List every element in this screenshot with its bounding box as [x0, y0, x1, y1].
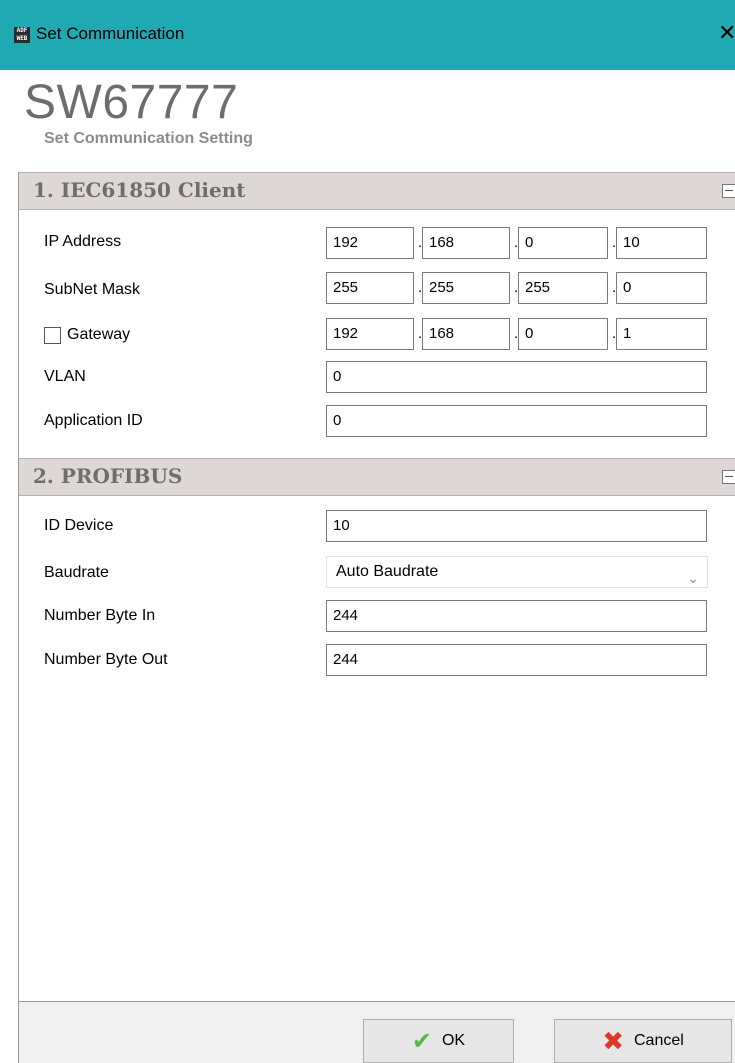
ok-button[interactable]: ✔ OK: [363, 1019, 514, 1063]
ip-address-label: IP Address: [44, 233, 122, 250]
number-byte-in-label: Number Byte In: [44, 607, 156, 624]
vlan-label: VLAN: [44, 368, 86, 385]
ip-octet-4[interactable]: 10: [616, 227, 707, 259]
subnet-mask-label: SubNet Mask: [44, 281, 141, 298]
title-bar: ADF WEB Set Communication ✕: [0, 0, 735, 70]
baudrate-select[interactable]: Auto Baudrate ⌄: [326, 556, 708, 588]
gateway-checkbox[interactable]: [44, 327, 61, 344]
cross-icon: ✖: [602, 1025, 624, 1056]
section-title-profibus: 2. PROFIBUS: [33, 464, 183, 488]
left-border: [18, 70, 19, 1063]
cancel-button[interactable]: ✖ Cancel: [554, 1019, 732, 1063]
collapse-icon[interactable]: [722, 470, 735, 484]
cancel-label: Cancel: [633, 1032, 684, 1049]
app-icon: ADF WEB: [14, 27, 30, 43]
gateway-octet-4[interactable]: 1: [616, 318, 707, 350]
chevron-down-icon: ⌄: [687, 570, 699, 586]
vlan-input[interactable]: 0: [326, 361, 707, 393]
gateway-octet-3[interactable]: 0: [518, 318, 608, 350]
subnet-octet-3[interactable]: 255: [518, 272, 608, 304]
baudrate-label: Baudrate: [44, 564, 109, 581]
application-id-label: Application ID: [44, 412, 143, 429]
subnet-octet-4[interactable]: 0: [616, 272, 707, 304]
gateway-label: Gateway: [67, 326, 131, 343]
application-id-input[interactable]: 0: [326, 405, 707, 437]
id-device-label: ID Device: [44, 517, 114, 534]
number-byte-out-input[interactable]: 244: [326, 644, 707, 676]
product-subtitle: Set Communication Setting: [44, 130, 253, 147]
gateway-octet-1[interactable]: 192: [326, 318, 414, 350]
number-byte-out-label: Number Byte Out: [44, 651, 168, 668]
id-device-input[interactable]: 10: [326, 510, 707, 542]
ok-label: OK: [441, 1032, 466, 1049]
baudrate-value: Auto Baudrate: [336, 563, 439, 580]
checkmark-icon: ✔: [411, 1027, 432, 1055]
gateway-octet-2[interactable]: 168: [422, 318, 510, 350]
ip-octet-1[interactable]: 192: [326, 227, 414, 259]
number-byte-in-input[interactable]: 244: [326, 600, 707, 632]
collapse-icon[interactable]: [722, 184, 735, 198]
ip-octet-2[interactable]: 168: [422, 227, 510, 259]
product-name: SW67777: [24, 76, 239, 129]
section-title-iec61850: 1. IEC61850 Client: [33, 178, 246, 202]
window-title: Set Communication: [36, 24, 185, 43]
subnet-octet-1[interactable]: 255: [326, 272, 414, 304]
ip-octet-3[interactable]: 0: [518, 227, 608, 259]
subnet-octet-2[interactable]: 255: [422, 272, 510, 304]
close-icon[interactable]: ✕: [718, 21, 735, 45]
